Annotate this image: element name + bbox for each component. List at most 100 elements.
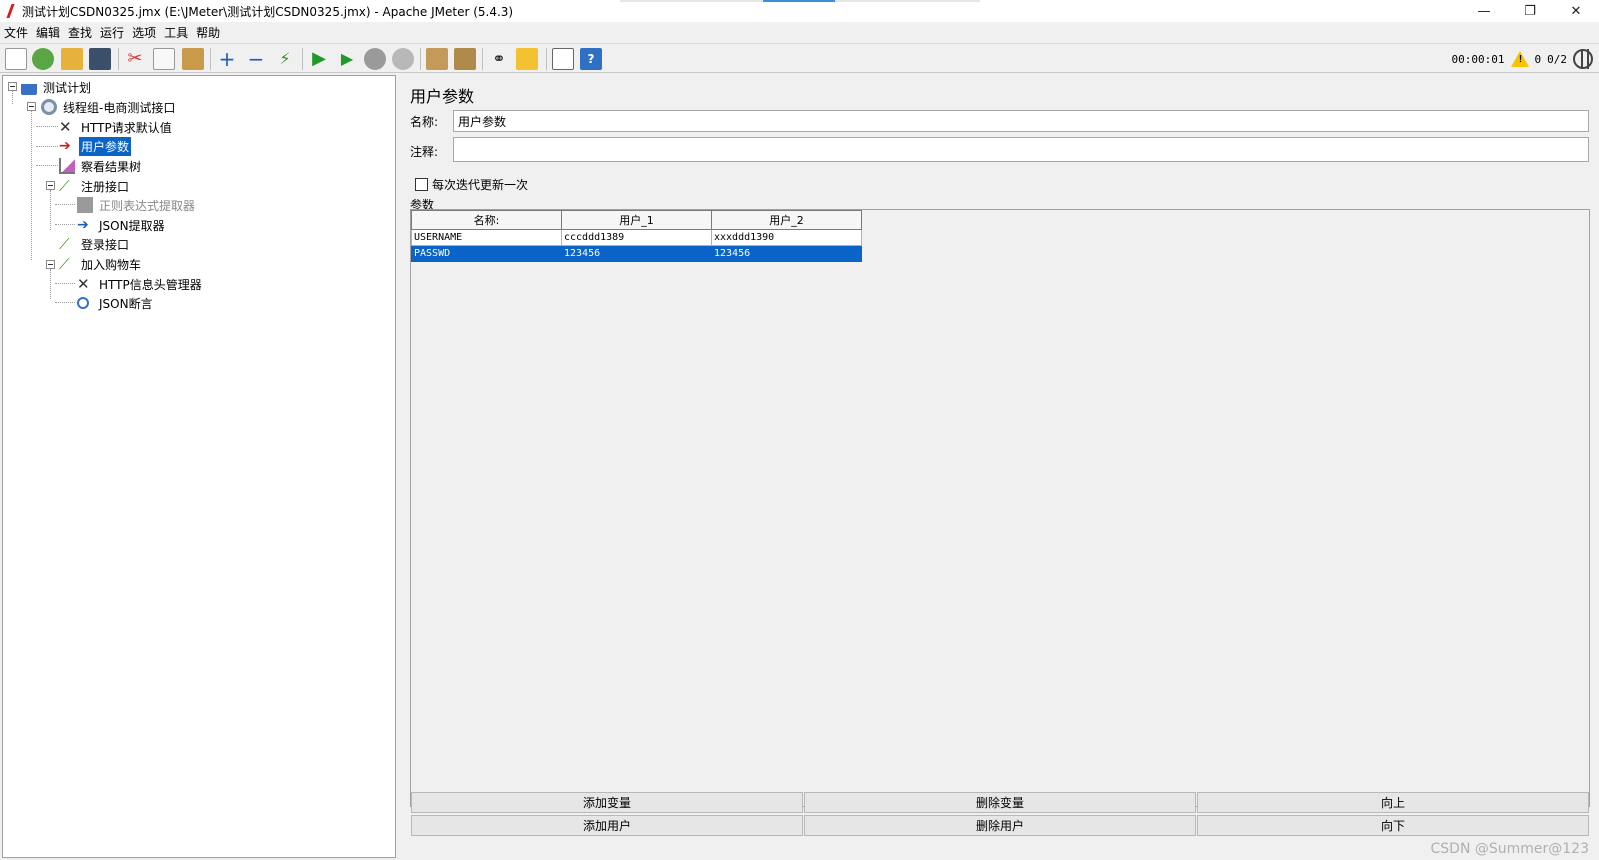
tree-item-label: HTTP信息头管理器 bbox=[99, 277, 202, 292]
move-up-button[interactable]: 向上 bbox=[1197, 792, 1589, 813]
collapse-toggle[interactable] bbox=[8, 82, 17, 91]
add-variable-button[interactable]: 添加变量 bbox=[411, 792, 803, 813]
watermark: CSDN @Summer@123 bbox=[1430, 841, 1590, 857]
menu-bar: 文件 编辑 查找 运行 选项 工具 帮助 bbox=[0, 22, 1599, 42]
collapse-icon[interactable]: − bbox=[245, 48, 267, 70]
open-icon[interactable] bbox=[61, 48, 83, 70]
collapse-toggle[interactable] bbox=[46, 181, 55, 190]
tree-item-json-extractor[interactable]: ➔ JSON提取器 bbox=[77, 215, 167, 235]
tree-item-http-defaults[interactable]: ✕ HTTP请求默认值 bbox=[59, 117, 174, 137]
reset-search-icon[interactable] bbox=[516, 48, 538, 70]
tree-item-label: 测试计划 bbox=[43, 80, 92, 95]
test-plan-tree[interactable]: 测试计划 线程组-电商测试接口 ✕ HTTP请求默认值 ➔ 用户参数 察看结果树… bbox=[2, 75, 396, 858]
tree-line bbox=[31, 110, 32, 260]
config-icon: ✕ bbox=[77, 275, 90, 293]
tree-item-login-api[interactable]: ⟋ 登录接口 bbox=[59, 234, 131, 254]
tree-item-label: 正则表达式提取器 bbox=[99, 198, 196, 213]
column-header-name[interactable]: 名称: bbox=[411, 210, 562, 230]
toolbar-separator bbox=[420, 48, 421, 70]
menu-run[interactable]: 运行 bbox=[96, 24, 128, 41]
tree-item-label: 线程组-电商测试接口 bbox=[63, 100, 176, 115]
parameters-table[interactable]: 名称: 用户_1 用户_2 USERNAME cccddd1389 xxxddd… bbox=[410, 209, 1590, 807]
active-threads: 0/2 bbox=[1547, 52, 1567, 66]
table-cell[interactable]: cccddd1389 bbox=[561, 229, 712, 246]
warning-icon[interactable] bbox=[1510, 51, 1529, 67]
stop-icon[interactable] bbox=[364, 48, 386, 70]
delete-user-button[interactable]: 删除用户 bbox=[804, 815, 1196, 836]
tree-item-json-assertion[interactable]: JSON断言 bbox=[77, 293, 155, 313]
move-down-button[interactable]: 向下 bbox=[1197, 815, 1589, 836]
tree-line bbox=[36, 165, 58, 166]
postprocessor-icon bbox=[77, 197, 93, 213]
tree-item-view-results-tree[interactable]: 察看结果树 bbox=[59, 156, 143, 176]
tree-item-user-parameters[interactable]: ➔ 用户参数 bbox=[59, 136, 132, 156]
save-icon[interactable] bbox=[89, 48, 111, 70]
listener-icon bbox=[59, 158, 75, 174]
expand-icon[interactable]: + bbox=[216, 48, 238, 70]
tree-item-register-api[interactable]: ⟋ 注册接口 bbox=[59, 176, 131, 196]
minimize-button[interactable]: — bbox=[1461, 0, 1507, 22]
menu-edit[interactable]: 编辑 bbox=[32, 24, 64, 41]
tree-item-regex-extractor[interactable]: 正则表达式提取器 bbox=[77, 195, 197, 215]
clear-all-icon[interactable] bbox=[454, 48, 476, 70]
menu-help[interactable]: 帮助 bbox=[192, 24, 224, 41]
toolbar-separator bbox=[118, 48, 119, 70]
sampler-icon: ⟋ bbox=[59, 235, 70, 253]
tree-line bbox=[55, 204, 75, 205]
user-parameters-panel: 用户参数 名称: 注释: 每次迭代更新一次 参数 名称: 用户_1 用户_2 U… bbox=[399, 75, 1597, 858]
column-header-user-1[interactable]: 用户_1 bbox=[561, 210, 712, 230]
tree-item-test-plan[interactable]: 测试计划 bbox=[21, 77, 93, 97]
tree-item-add-to-cart[interactable]: ⟋ 加入购物车 bbox=[59, 254, 143, 274]
tree-line bbox=[12, 90, 13, 104]
templates-icon[interactable] bbox=[32, 48, 54, 70]
collapse-toggle[interactable] bbox=[46, 260, 55, 269]
table-cell[interactable]: 123456 bbox=[561, 245, 712, 262]
new-icon[interactable] bbox=[5, 48, 27, 70]
help-icon[interactable]: ? bbox=[580, 48, 602, 70]
taskbar-active-indicator bbox=[763, 0, 835, 2]
window-title: 测试计划CSDN0325.jmx (E:\JMeter\测试计划CSDN0325… bbox=[22, 4, 514, 19]
maximize-button[interactable]: ❐ bbox=[1507, 0, 1553, 22]
copy-icon[interactable] bbox=[153, 48, 175, 70]
menu-options[interactable]: 选项 bbox=[128, 24, 160, 41]
shutdown-icon[interactable] bbox=[392, 48, 414, 70]
start-no-pause-icon[interactable]: ▶ bbox=[336, 48, 358, 70]
update-once-per-iteration-checkbox[interactable] bbox=[415, 178, 428, 191]
remote-engine-icon[interactable] bbox=[1573, 49, 1593, 69]
tree-item-header-manager[interactable]: ✕ HTTP信息头管理器 bbox=[77, 274, 204, 294]
cut-icon[interactable]: ✂ bbox=[124, 48, 146, 70]
toggle-icon[interactable]: ⚡ bbox=[274, 48, 296, 70]
toolbar-separator bbox=[482, 48, 483, 70]
menu-tools[interactable]: 工具 bbox=[160, 24, 192, 41]
tree-item-label: 加入购物车 bbox=[81, 257, 142, 272]
assertion-icon bbox=[77, 297, 89, 309]
start-icon[interactable]: ▶ bbox=[308, 48, 330, 70]
table-row[interactable]: USERNAME cccddd1389 xxxddd1390 bbox=[411, 229, 862, 246]
table-cell[interactable]: 123456 bbox=[711, 245, 862, 262]
tree-item-label: 注册接口 bbox=[81, 179, 130, 194]
table-cell[interactable]: xxxddd1390 bbox=[711, 229, 862, 246]
table-row[interactable]: PASSWD 123456 123456 bbox=[411, 245, 862, 262]
name-field[interactable] bbox=[453, 110, 1589, 132]
function-helper-icon[interactable] bbox=[552, 48, 574, 70]
column-header-user-2[interactable]: 用户_2 bbox=[711, 210, 862, 230]
panel-title: 用户参数 bbox=[410, 87, 475, 106]
name-label: 名称: bbox=[410, 115, 439, 129]
menu-search[interactable]: 查找 bbox=[64, 24, 96, 41]
collapse-toggle[interactable] bbox=[27, 102, 36, 111]
search-icon[interactable]: ⚭ bbox=[488, 48, 510, 70]
table-cell[interactable]: PASSWD bbox=[411, 245, 562, 262]
delete-variable-button[interactable]: 删除变量 bbox=[804, 792, 1196, 813]
thread-group-icon bbox=[41, 99, 57, 115]
comment-field[interactable] bbox=[453, 137, 1589, 162]
add-user-button[interactable]: 添加用户 bbox=[411, 815, 803, 836]
paste-icon[interactable] bbox=[182, 48, 204, 70]
table-header-row: 名称: 用户_1 用户_2 bbox=[411, 210, 862, 230]
close-button[interactable]: ✕ bbox=[1553, 0, 1599, 22]
menu-file[interactable]: 文件 bbox=[0, 24, 32, 41]
toolbar-separator bbox=[210, 48, 211, 70]
tree-item-thread-group[interactable]: 线程组-电商测试接口 bbox=[41, 97, 177, 117]
clear-icon[interactable] bbox=[426, 48, 448, 70]
table-cell[interactable]: USERNAME bbox=[411, 229, 562, 246]
tree-item-label: 用户参数 bbox=[79, 136, 132, 156]
